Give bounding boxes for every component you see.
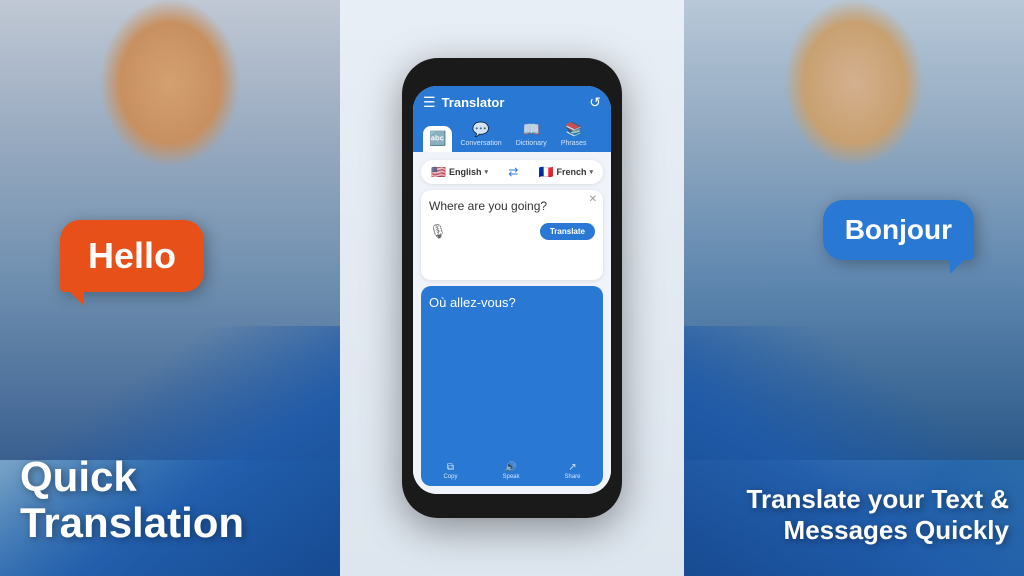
app-title-bar: ☰ Translator ↺ bbox=[423, 94, 601, 111]
tab-conversation[interactable]: 💬 Conversation bbox=[454, 117, 507, 152]
app-tabs: 🔤 💬 Conversation 📖 Dictionary 📚 Ph bbox=[423, 117, 601, 152]
phone-screen: ☰ Translator ↺ 🔤 💬 Conversation bbox=[413, 86, 611, 494]
tab-dictionary[interactable]: 📖 Dictionary bbox=[510, 117, 553, 152]
bonjour-speech-bubble: Bonjour bbox=[823, 200, 974, 260]
output-actions: ⧉ Copy 🔊 Speak ↗ Share bbox=[421, 462, 603, 480]
phone-notch bbox=[472, 58, 552, 76]
app-content: 🇺🇸 English ▾ ⇄ 🇫🇷 French ▾ ✕ bbox=[413, 152, 611, 494]
history-icon[interactable]: ↺ bbox=[589, 94, 601, 111]
app-title: Translator bbox=[442, 95, 590, 110]
language-bar: 🇺🇸 English ▾ ⇄ 🇫🇷 French ▾ bbox=[421, 160, 603, 184]
output-text: Où allez-vous? bbox=[429, 294, 595, 312]
phone-frame: ☰ Translator ↺ 🔤 💬 Conversation bbox=[402, 58, 622, 518]
tab-translate[interactable]: 🔤 bbox=[423, 126, 452, 152]
dictionary-tab-icon: 📖 bbox=[523, 121, 540, 138]
app-header: ☰ Translator ↺ 🔤 💬 Conversation bbox=[413, 86, 611, 152]
input-actions: 🎙 Translate bbox=[429, 223, 595, 240]
speak-button[interactable]: 🔊 Speak bbox=[502, 462, 519, 480]
source-dropdown-arrow: ▾ bbox=[484, 168, 488, 176]
share-icon: ↗ bbox=[568, 462, 576, 473]
clear-input-button[interactable]: ✕ bbox=[589, 194, 597, 205]
quick-text: Quick bbox=[20, 454, 244, 500]
phrases-tab-icon: 📚 bbox=[565, 121, 582, 138]
input-text[interactable]: Where are you going? bbox=[429, 198, 595, 215]
copy-label: Copy bbox=[443, 474, 457, 480]
output-area: Où allez-vous? ⧉ Copy 🔊 Speak ↗ bbox=[421, 286, 603, 486]
target-dropdown-arrow: ▾ bbox=[589, 168, 593, 176]
translate-headline-1: Translate your Text & bbox=[747, 484, 1010, 515]
share-button[interactable]: ↗ Share bbox=[564, 462, 580, 480]
right-panel: Bonjour Translate your Text & Messages Q… bbox=[684, 0, 1024, 576]
menu-icon[interactable]: ☰ bbox=[423, 94, 436, 111]
dictionary-tab-label: Dictionary bbox=[516, 140, 547, 147]
hello-text: Hello bbox=[88, 235, 176, 276]
share-label: Share bbox=[564, 474, 580, 480]
tab-phrases[interactable]: 📚 Phrases bbox=[555, 117, 593, 152]
conversation-tab-icon: 💬 bbox=[472, 121, 489, 138]
copy-icon: ⧉ bbox=[447, 462, 454, 473]
left-panel: Hello Quick Translation bbox=[0, 0, 340, 576]
input-area: ✕ Where are you going? 🎙 Translate bbox=[421, 190, 603, 280]
target-language-label: French bbox=[556, 167, 586, 177]
copy-button[interactable]: ⧉ Copy bbox=[443, 462, 457, 480]
source-language-label: English bbox=[449, 167, 482, 177]
translate-tab-icon: 🔤 bbox=[429, 130, 446, 147]
right-headline: Translate your Text & Messages Quickly bbox=[747, 484, 1010, 546]
source-language-button[interactable]: 🇺🇸 English ▾ bbox=[431, 165, 488, 179]
hello-speech-bubble: Hello bbox=[60, 220, 204, 292]
conversation-tab-label: Conversation bbox=[460, 140, 501, 147]
quick-translation-label: Quick Translation bbox=[20, 454, 244, 546]
translate-button[interactable]: Translate bbox=[540, 223, 595, 240]
translation-text: Translation bbox=[20, 500, 244, 546]
speak-label: Speak bbox=[502, 474, 519, 480]
swap-languages-icon[interactable]: ⇄ bbox=[508, 165, 518, 179]
middle-panel: ☰ Translator ↺ 🔤 💬 Conversation bbox=[340, 0, 684, 576]
speak-icon: 🔊 bbox=[505, 462, 517, 473]
phrases-tab-label: Phrases bbox=[561, 140, 587, 147]
microphone-icon[interactable]: 🎙 bbox=[429, 223, 447, 240]
target-flag: 🇫🇷 bbox=[539, 165, 554, 179]
bonjour-text: Bonjour bbox=[845, 214, 952, 245]
source-flag: 🇺🇸 bbox=[431, 165, 446, 179]
target-language-button[interactable]: 🇫🇷 French ▾ bbox=[539, 165, 593, 179]
translate-headline-2: Messages Quickly bbox=[747, 515, 1010, 546]
